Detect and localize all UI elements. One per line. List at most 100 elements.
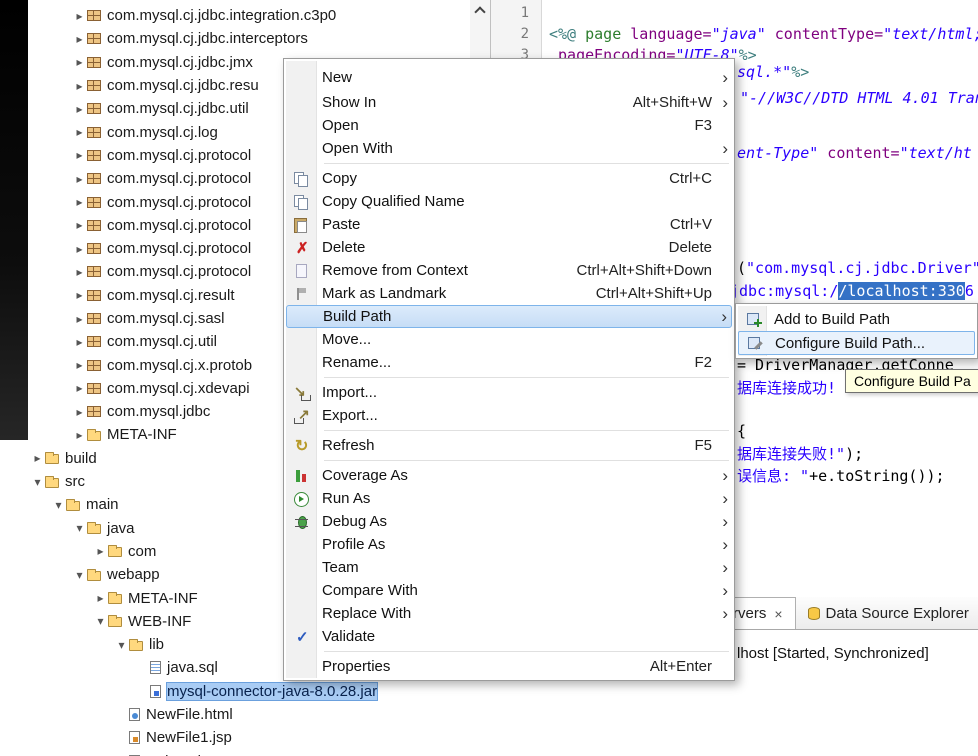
tree-item-label: com.mysql.cj.protocol [107, 216, 252, 234]
menu-item-remove-from-context[interactable]: Remove from Context Ctrl+Alt+Shift+Down [286, 259, 732, 282]
expand-arrow-icon[interactable]: ▸ [72, 32, 87, 46]
submenu-arrow-icon: › [722, 466, 728, 485]
eclipse-window: ▸ com.mysql.cj.jdbc.integration.c3p0 ▸ com.… [0, 0, 978, 756]
expand-arrow-icon[interactable]: ▸ [72, 55, 87, 69]
menu-item-label: Import... [322, 384, 378, 401]
expand-arrow-icon[interactable]: ▸ [72, 172, 87, 186]
tree-item-label: com.mysql.cj.result [107, 286, 235, 304]
expand-arrow-icon[interactable]: ▸ [30, 451, 45, 465]
submenu-item-configure-build-path[interactable]: Configure Build Path... [738, 331, 975, 355]
menu-item-team[interactable]: Team › [286, 556, 732, 579]
expand-arrow-icon[interactable]: ▸ [72, 288, 87, 302]
submenu-item-add-to-build-path[interactable]: Add to Build Path [738, 307, 975, 331]
tree-item-label: NewFile1.jsp [146, 729, 232, 747]
menu-item-build-path[interactable]: Build Path › [286, 305, 732, 328]
expand-arrow-icon[interactable]: ▸ [72, 312, 87, 326]
collapse-arrow-icon[interactable]: ▾ [114, 638, 129, 652]
expand-arrow-icon[interactable]: ▸ [72, 218, 87, 232]
menu-item-coverage-as[interactable]: Coverage As › [286, 464, 732, 487]
menu-item-rename[interactable]: Rename... F2 [286, 351, 732, 374]
tree-item-label: com.mysql.cj.jdbc.integration.c3p0 [107, 7, 337, 25]
expand-arrow-icon[interactable]: ▸ [72, 79, 87, 93]
package-icon [87, 126, 101, 138]
menu-item-refresh[interactable]: Refresh F5 [286, 434, 732, 457]
tree-item-mysql-connector-java-8-0-28-jar[interactable]: mysql-connector-java-8.0.28.jar [28, 680, 490, 703]
menu-item-move[interactable]: Move... [286, 328, 732, 351]
expand-arrow-icon[interactable]: ▸ [93, 544, 108, 558]
tree-item-label: com.mysql.cj.protocol [107, 263, 252, 281]
code-token: "text/html; [883, 25, 978, 43]
menu-item-open-with[interactable]: Open With › [286, 137, 732, 160]
menu-item-profile-as[interactable]: Profile As › [286, 533, 732, 556]
package-icon [87, 406, 101, 418]
expand-arrow-icon[interactable]: ▸ [72, 335, 87, 349]
tab-data-source-explorer[interactable]: Data Source Explorer [796, 597, 978, 629]
menu-item-copy-qualified-name[interactable]: Copy Qualified Name [286, 190, 732, 213]
tree-item-com-mysql-cj-jdbc-interceptors[interactable]: ▸ com.mysql.cj.jdbc.interceptors [28, 27, 490, 50]
folder-icon [108, 545, 122, 558]
collapse-arrow-icon[interactable]: ▾ [30, 475, 45, 489]
menu-item-debug-as[interactable]: Debug As › [286, 510, 732, 533]
expand-arrow-icon[interactable]: ▸ [72, 428, 87, 442]
code-token: jdbc:mysql:/ [730, 282, 839, 300]
tree-item-newfile1-jsp[interactable]: NewFile1.jsp [28, 726, 490, 749]
menu-item-mark-as-landmark[interactable]: Mark as Landmark Ctrl+Alt+Shift+Up [286, 282, 732, 305]
code-token: ( [737, 259, 747, 277]
package-icon [87, 103, 101, 115]
menu-item-new[interactable]: New › [286, 64, 732, 91]
scroll-up-arrow-icon[interactable] [474, 6, 486, 18]
code-fragment: ent-Type" content="text/ht [737, 143, 972, 164]
submenu-arrow-icon: › [722, 489, 728, 508]
tree-item-label: build [65, 449, 97, 467]
package-icon [87, 243, 101, 255]
expand-arrow-icon[interactable]: ▸ [72, 148, 87, 162]
menu-item-show-in[interactable]: Show In Alt+Shift+W › [286, 91, 732, 114]
tree-item-web-xml[interactable]: web.xml [28, 750, 490, 756]
code-token: 据库连接失败!" [737, 445, 846, 463]
expand-arrow-icon[interactable]: ▸ [72, 381, 87, 395]
expand-arrow-icon[interactable]: ▸ [72, 242, 87, 256]
code-token: 误信息: " [737, 467, 810, 485]
jar-icon [150, 684, 161, 698]
menu-item-export[interactable]: Export... [286, 404, 732, 427]
menu-item-import[interactable]: Import... [286, 381, 732, 404]
expand-arrow-icon[interactable]: ▸ [93, 591, 108, 605]
tooltip-text: Configure Build Pa [854, 373, 971, 389]
menu-item-validate[interactable]: Validate [286, 625, 732, 648]
tree-item-newfile-html[interactable]: NewFile.html [28, 703, 490, 726]
menu-item-paste[interactable]: Paste Ctrl+V [286, 213, 732, 236]
expand-arrow-icon[interactable]: ▸ [72, 265, 87, 279]
menu-item-delete[interactable]: Delete Delete [286, 236, 732, 259]
code-token: { [737, 422, 747, 440]
menu-item-label: Validate [322, 628, 376, 645]
menu-item-copy[interactable]: Copy Ctrl+C [286, 167, 732, 190]
expand-arrow-icon[interactable]: ▸ [72, 195, 87, 209]
tree-item-label: com.mysql.cj.protocol [107, 170, 252, 188]
collapse-arrow-icon[interactable]: ▾ [93, 614, 108, 628]
menu-item-compare-with[interactable]: Compare With › [286, 579, 732, 602]
menu-item-run-as[interactable]: Run As › [286, 487, 732, 510]
package-icon [87, 219, 101, 231]
menu-icon-blank [292, 141, 316, 157]
expand-arrow-icon[interactable]: ▸ [72, 125, 87, 139]
expand-arrow-icon[interactable]: ▸ [72, 358, 87, 372]
tree-item-label: com.mysql.cj.jdbc.util [107, 100, 249, 118]
code-token: %> [791, 63, 810, 81]
context-menu: New › Show In Alt+Shift+W › Open F3 Open With › C… [283, 58, 735, 681]
menu-item-open[interactable]: Open F3 [286, 114, 732, 137]
expand-arrow-icon[interactable]: ▸ [72, 102, 87, 116]
tree-item-label: com.mysql.cj.log [107, 123, 218, 141]
menu-item-properties[interactable]: Properties Alt+Enter [286, 655, 732, 678]
expand-arrow-icon[interactable]: ▸ [72, 9, 87, 23]
menu-item-replace-with[interactable]: Replace With › [286, 602, 732, 625]
close-tab-icon[interactable]: × [774, 606, 782, 622]
collapse-arrow-icon[interactable]: ▾ [72, 568, 87, 582]
code-token: "-//W3C//DTD HTML 4.01 Tran [740, 89, 978, 107]
tree-item-com-mysql-cj-jdbc-integration-c3p0[interactable]: ▸ com.mysql.cj.jdbc.integration.c3p0 [28, 4, 490, 27]
menu-item-label: Coverage As [322, 467, 408, 484]
collapse-arrow-icon[interactable]: ▾ [51, 498, 66, 512]
folder-icon [66, 498, 80, 511]
collapse-arrow-icon[interactable]: ▾ [72, 521, 87, 535]
expand-arrow-icon[interactable]: ▸ [72, 405, 87, 419]
tree-scrollbar[interactable] [470, 0, 490, 58]
